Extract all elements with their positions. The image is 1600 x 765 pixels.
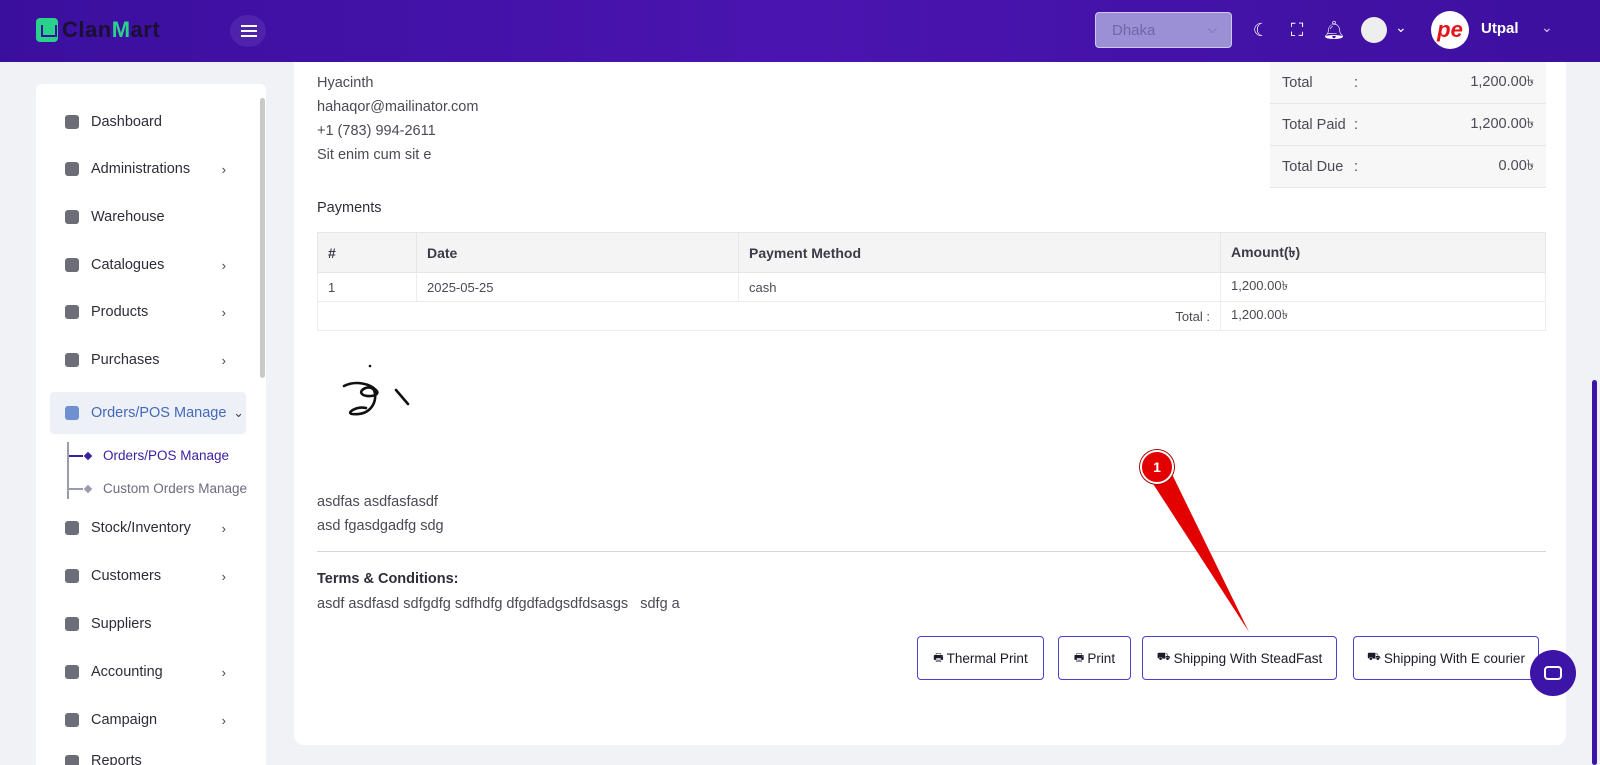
chevron-down-icon[interactable]: ⌄ <box>1541 19 1553 36</box>
users-icon <box>65 569 79 583</box>
sidebar-item-stock[interactable]: Stock/Inventory › <box>50 507 246 549</box>
sidebar-item-warehouse[interactable]: Warehouse <box>50 196 246 238</box>
customer-address: Sit enim cum sit e <box>317 147 432 163</box>
supplier-icon <box>65 617 79 631</box>
sidebar-item-campaign[interactable]: Campaign › <box>50 699 246 741</box>
chevron-right-icon: › <box>221 161 226 177</box>
menu-toggle-button[interactable] <box>230 15 266 47</box>
brand-name: ClanMart <box>62 17 161 42</box>
campaign-icon <box>65 713 79 727</box>
logo-icon <box>36 18 58 42</box>
diamond-icon <box>83 484 93 493</box>
sidebar-item-reports[interactable]: Reports <box>50 747 246 765</box>
chevron-right-icon: › <box>221 520 226 536</box>
location-value: Dhaka <box>1112 21 1156 39</box>
monitor-icon <box>65 115 79 129</box>
avatar[interactable]: pe <box>1431 11 1469 49</box>
invoice-summary: Total:1,200.00৳ Total Paid:1,200.00৳ Tot… <box>1270 62 1546 188</box>
ledger-icon <box>65 665 79 679</box>
terms-title: Terms & Conditions: <box>317 571 459 587</box>
chevron-right-icon: › <box>221 304 226 320</box>
fullscreen-icon[interactable]: ⛶ <box>1285 18 1309 42</box>
customer-phone: +1 (783) 994-2611 <box>317 123 436 139</box>
shipping-steadfast-button[interactable]: ⛟ Shipping With SteadFast <box>1142 636 1337 680</box>
truck-icon: ⛟ <box>1156 651 1171 663</box>
brand-logo[interactable]: ClanMart <box>36 17 160 43</box>
chevron-right-icon: › <box>221 257 226 273</box>
signature-image <box>342 364 410 416</box>
chevron-down-icon[interactable]: ⌄ <box>1395 19 1407 36</box>
user-name[interactable]: Utpal <box>1481 20 1519 37</box>
summary-paid-row: Total Paid:1,200.00৳ <box>1270 104 1546 146</box>
summary-due-row: Total Due:0.00৳ <box>1270 146 1546 188</box>
bag-icon <box>65 353 79 367</box>
sidebar-item-products[interactable]: Products › <box>50 291 246 333</box>
terms-text: asdf asdfasd sdfgdfg sdfhdfg dfgdfadgsdf… <box>317 596 680 612</box>
thermal-print-button[interactable]: 🖶 Thermal Print <box>917 636 1044 680</box>
bell-icon[interactable]: 🔔︎ <box>1322 18 1346 42</box>
chevron-right-icon: › <box>221 568 226 584</box>
payments-table: # Date Payment Method Amount(৳) 1 2025-0… <box>317 232 1546 331</box>
submenu-item-custom-orders[interactable]: Custom Orders Manage <box>69 481 247 496</box>
sidebar-scrollbar[interactable] <box>260 98 265 378</box>
clipboard-icon <box>65 406 79 420</box>
print-button[interactable]: 🖶 Print <box>1058 636 1131 680</box>
hamburger-icon <box>241 30 257 32</box>
customer-name: Hyacinth <box>317 75 374 91</box>
page-scrollbar[interactable] <box>1592 380 1597 765</box>
top-navbar: ClanMart Dhaka ⌵ ☾ ⛶ 🔔︎ ⌄ pe Utpal ⌄ <box>0 0 1600 62</box>
submenu-item-orders-pos[interactable]: Orders/POS Manage <box>69 448 229 463</box>
table-header-row: # Date Payment Method Amount(৳) <box>317 232 1546 273</box>
chevron-down-icon: ⌄ <box>233 405 244 420</box>
table-total-row: Total : 1,200.00৳ <box>317 301 1546 331</box>
chat-button[interactable] <box>1530 650 1576 696</box>
chat-icon <box>1544 666 1562 680</box>
user-gear-icon <box>65 162 79 176</box>
table-row: 1 2025-05-25 cash 1,200.00৳ <box>317 272 1546 302</box>
sidebar-item-dashboard[interactable]: Dashboard <box>50 101 246 143</box>
diamond-icon <box>83 451 93 460</box>
sidebar-item-catalogues[interactable]: Catalogues › <box>50 244 246 286</box>
sidebar-item-accounting[interactable]: Accounting › <box>50 651 246 693</box>
language-flag-icon[interactable] <box>1361 17 1387 43</box>
catalogue-icon <box>65 258 79 272</box>
sidebar-item-orders[interactable]: Orders/POS Manage ⌄ <box>50 392 246 434</box>
divider <box>317 551 1546 552</box>
chevron-right-icon: › <box>221 352 226 368</box>
note-line-1: asdfas asdfasfasdf <box>317 494 438 510</box>
note-line-2: asd fgasdgadfg sdg <box>317 518 444 534</box>
sidebar-item-customers[interactable]: Customers › <box>50 555 246 597</box>
location-select[interactable]: Dhaka ⌵ <box>1095 12 1232 48</box>
warehouse-icon <box>65 210 79 224</box>
printer-icon: 🖶 <box>1073 651 1085 664</box>
payments-title: Payments <box>317 200 382 216</box>
annotation-badge: 1 <box>1140 450 1174 484</box>
cart-icon <box>65 305 79 319</box>
sidebar-item-purchases[interactable]: Purchases › <box>50 339 246 381</box>
printer-icon: 🖶 <box>933 651 944 664</box>
sidebar-item-suppliers[interactable]: Suppliers <box>50 603 246 645</box>
customer-email: hahaqor@mailinator.com <box>317 99 479 115</box>
dark-mode-icon[interactable]: ☾ <box>1249 18 1273 42</box>
report-icon <box>65 755 79 765</box>
summary-total-row: Total:1,200.00৳ <box>1270 62 1546 104</box>
chevron-right-icon: › <box>221 664 226 680</box>
chevron-right-icon: › <box>221 712 226 728</box>
box-icon <box>65 521 79 535</box>
shipping-ecourier-button[interactable]: ⛟ Shipping With E courier <box>1353 636 1539 680</box>
sidebar-item-administrations[interactable]: Administrations › <box>50 148 246 190</box>
chevron-down-icon: ⌵ <box>1207 22 1217 36</box>
truck-icon: ⛟ <box>1367 651 1381 663</box>
